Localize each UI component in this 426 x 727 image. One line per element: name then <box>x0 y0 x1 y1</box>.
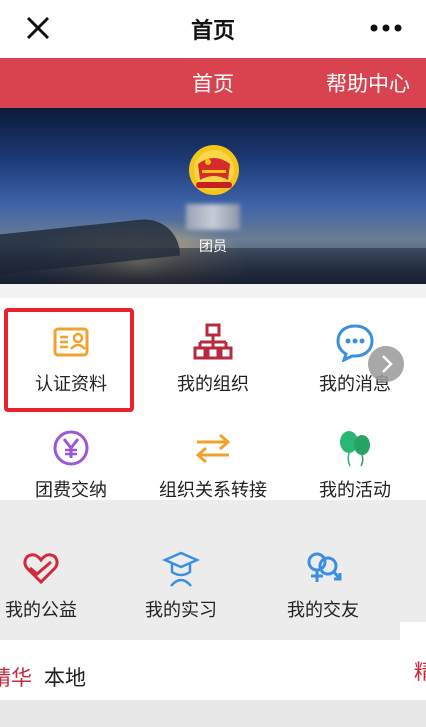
more-options-icon[interactable] <box>368 14 404 42</box>
org-tree-icon <box>193 323 233 360</box>
grid-item-label: 我的组织 <box>177 374 249 395</box>
transfer-arrows-icon <box>195 433 231 464</box>
grid-item-my-messages[interactable]: 我的消息 <box>284 298 426 404</box>
title-bar: 首页 <box>0 0 426 58</box>
service-item-internship[interactable]: 我的实习 <box>110 524 252 630</box>
grid-item-label: 我的活动 <box>319 480 391 501</box>
side-tab-panel: 精 <box>400 622 426 702</box>
grid-item-label: 组织关系转接 <box>159 480 267 501</box>
service-item-charity[interactable]: 我的公益 <box>0 524 112 630</box>
graduate-icon <box>161 551 201 587</box>
service-item-label: 我的公益 <box>5 600 77 621</box>
feed-tabs: 精华 本地 <box>0 640 400 700</box>
nav-bar: 首页 帮助中心 <box>0 58 426 108</box>
grid-item-label: 我的消息 <box>319 374 391 395</box>
side-tab-label[interactable]: 精 <box>414 656 426 686</box>
balloons-icon <box>340 431 370 467</box>
highlight-box <box>4 308 134 412</box>
heart-hand-icon <box>23 553 59 585</box>
services-panel: 我的公益 我的实习 我的交友 <box>0 500 426 640</box>
grid-item-org-transfer[interactable]: 组织关系转接 <box>142 404 284 510</box>
profile-banner: 团员 <box>0 108 426 284</box>
service-item-label: 我的实习 <box>145 600 217 621</box>
blurred-username <box>186 204 240 230</box>
page-title: 首页 <box>190 19 235 44</box>
tab-home[interactable]: 首页 <box>192 68 234 98</box>
tab-local[interactable]: 本地 <box>44 662 86 692</box>
member-role: 团员 <box>199 239 227 255</box>
next-page-arrow-icon[interactable] <box>368 346 404 382</box>
grid-item-label: 团费交纳 <box>35 480 107 501</box>
tab-featured[interactable]: 精华 <box>0 662 32 692</box>
bottom-strip <box>0 700 426 727</box>
league-emblem-icon[interactable] <box>188 144 240 196</box>
service-item-label: 我的交友 <box>287 600 359 621</box>
tab-help-center[interactable]: 帮助中心 <box>326 68 410 98</box>
grid-item-my-activities[interactable]: 我的活动 <box>284 404 426 510</box>
yen-icon <box>53 430 89 466</box>
grid-item-dues-payment[interactable]: 团费交纳 <box>0 404 142 510</box>
grid-item-my-organization[interactable]: 我的组织 <box>142 298 284 404</box>
gender-icon <box>307 552 342 582</box>
service-item-friendship[interactable]: 我的交友 <box>252 524 394 630</box>
